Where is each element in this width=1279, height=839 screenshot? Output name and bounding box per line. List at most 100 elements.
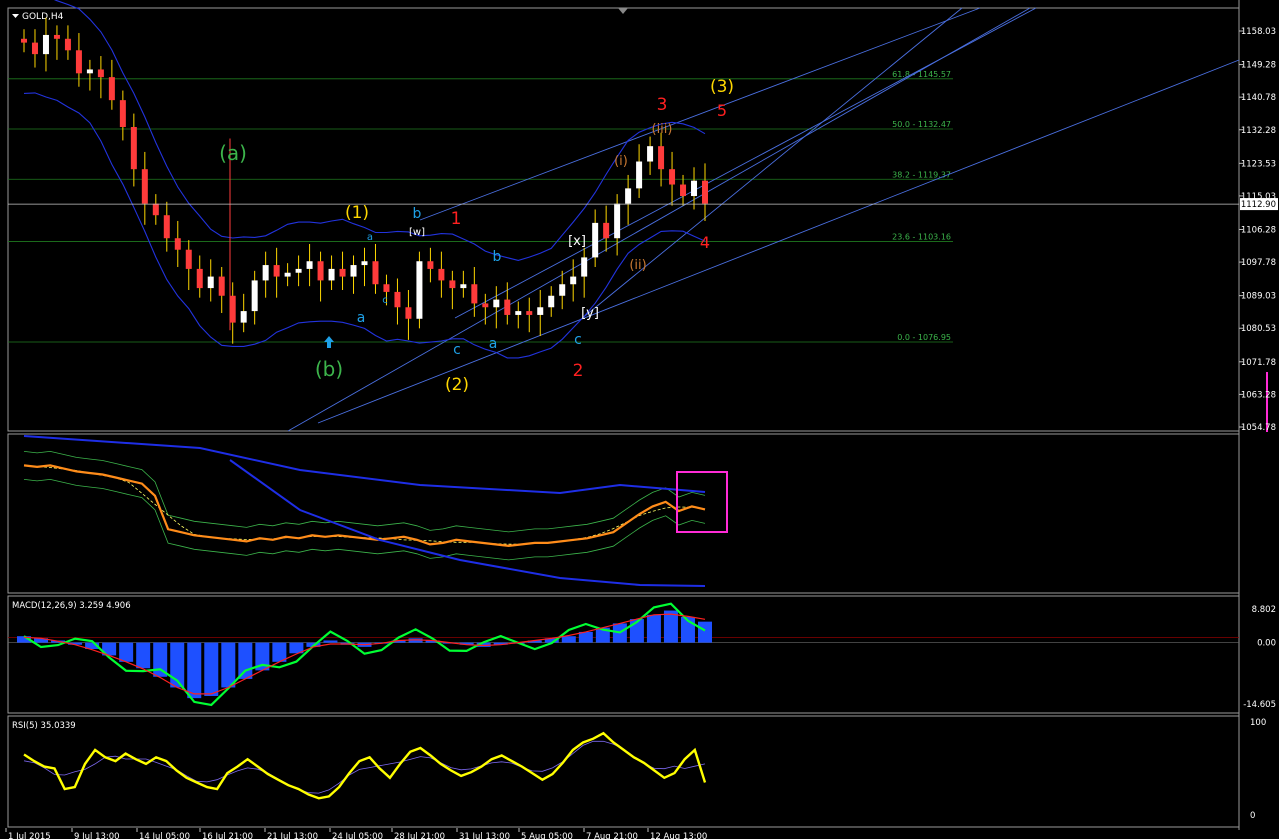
candle-body bbox=[97, 69, 104, 78]
macd-histogram-bar bbox=[136, 642, 151, 669]
candle-body bbox=[262, 265, 269, 281]
price-tick-label: 1158.03 bbox=[1241, 27, 1276, 37]
osc-long-ma bbox=[23, 435, 706, 495]
wave-label: (b) bbox=[315, 357, 343, 381]
candle-body bbox=[130, 126, 137, 170]
wave-label: a bbox=[357, 310, 366, 326]
candle-body bbox=[504, 299, 511, 315]
macd-title: MACD(12,26,9) 3.259 4.906 bbox=[12, 601, 131, 611]
candle-body bbox=[119, 100, 126, 127]
price-tick-label: 1106.28 bbox=[1241, 225, 1276, 235]
candle-body bbox=[658, 146, 665, 170]
candle-body bbox=[339, 268, 346, 277]
osc-lower-band bbox=[23, 478, 706, 561]
candle-body bbox=[570, 276, 577, 285]
candle-body bbox=[86, 69, 93, 74]
candle-body bbox=[185, 249, 192, 269]
wave-label: [w] bbox=[409, 227, 425, 238]
candle-body bbox=[372, 261, 379, 285]
candle-body bbox=[526, 311, 533, 315]
candle-body bbox=[295, 268, 302, 273]
macd-histogram-bar bbox=[646, 614, 661, 643]
wave-label: 5 bbox=[717, 101, 727, 120]
time-tick-label: 12 Aug 13:00 bbox=[650, 832, 707, 839]
rsi-pane-frame bbox=[7, 715, 1240, 828]
fib-level-label: 61.8 - 1145.57 bbox=[892, 70, 951, 79]
fib-level-label: 0.0 - 1076.95 bbox=[897, 333, 951, 342]
candle-body bbox=[108, 77, 115, 101]
candle-body bbox=[471, 284, 478, 304]
rsi-title: RSI(5) 35.0339 bbox=[12, 721, 76, 731]
candle-body bbox=[614, 203, 621, 239]
wave-label: 4 bbox=[700, 233, 710, 252]
fibonacci-levels: 61.8 - 1145.57 50.0 - 1132.47 38.2 - 1119.… bbox=[8, 70, 953, 343]
candle-body bbox=[174, 238, 181, 250]
candle-body bbox=[196, 268, 203, 289]
wave-label: 2 bbox=[573, 361, 584, 381]
chart-canvas: GOLD,H4 61.8 - 1145.57 50.0 - 1132.47 38.2… bbox=[5, 0, 1278, 839]
candle-body bbox=[75, 50, 82, 74]
time-tick-label: 5 Aug 05:00 bbox=[521, 832, 573, 839]
candle-body bbox=[284, 272, 291, 277]
candle-body bbox=[317, 261, 324, 281]
wave-labels: (a) (b) (1) (2) (3) 1 2 3 4 5 a b c a b c a c [w] [x] [y] (i)… bbox=[219, 77, 734, 395]
candle-body bbox=[405, 307, 412, 319]
macd-tick-label: 8.802 bbox=[1252, 605, 1276, 615]
rsi-tick-label: 0 bbox=[1250, 811, 1255, 821]
price-tick-label: 1054.78 bbox=[1241, 423, 1276, 433]
macd-tick-label: 0.00 bbox=[1257, 639, 1276, 649]
symbol-label: GOLD,H4 bbox=[22, 12, 64, 22]
price-tick-label: 1097.78 bbox=[1241, 258, 1276, 268]
wave-label: a bbox=[489, 336, 498, 352]
candle-body bbox=[328, 268, 335, 281]
wave-label: c bbox=[453, 342, 461, 358]
candle-body bbox=[559, 284, 566, 296]
candle-body bbox=[273, 265, 280, 277]
shift-marker-icon[interactable] bbox=[618, 8, 628, 14]
candle-body bbox=[163, 215, 170, 239]
trend-line bbox=[419, 7, 981, 221]
price-tick-label: 1089.03 bbox=[1241, 292, 1276, 302]
wave-label: (ii) bbox=[629, 258, 646, 273]
osc-slow-ma bbox=[229, 459, 706, 587]
candle-body bbox=[537, 307, 544, 315]
wave-label: (3) bbox=[710, 77, 734, 97]
oscillator-pane bbox=[23, 435, 706, 587]
candle-body bbox=[625, 188, 632, 204]
candle-body bbox=[647, 146, 654, 162]
macd-histogram-bar bbox=[204, 642, 219, 697]
candle-body bbox=[53, 34, 60, 39]
price-tick-label: 1149.28 bbox=[1241, 61, 1276, 71]
time-tick-label: 9 Jul 13:00 bbox=[74, 832, 120, 839]
candle-body bbox=[449, 280, 456, 289]
candle-body bbox=[240, 311, 247, 323]
candles bbox=[21, 17, 708, 344]
macd-histogram-bar bbox=[187, 642, 202, 699]
wave-label: b bbox=[413, 206, 422, 222]
wave-label: 3 bbox=[657, 95, 668, 115]
candle-body bbox=[460, 284, 467, 289]
wave-label: (1) bbox=[345, 203, 369, 223]
candle-body bbox=[515, 311, 522, 315]
time-tick-label: 24 Jul 05:00 bbox=[332, 832, 383, 839]
time-tick-label: 14 Jul 05:00 bbox=[139, 832, 190, 839]
price-axis: 1158.031149.281140.781132.281123.531115.… bbox=[8, 27, 1278, 433]
fib-level-label: 38.2 - 1119.37 bbox=[892, 170, 951, 179]
candle-body bbox=[394, 291, 401, 308]
macd-histogram-bar bbox=[323, 640, 338, 643]
candle-body bbox=[31, 42, 38, 55]
price-tick-label: 1080.53 bbox=[1241, 324, 1276, 334]
candle-body bbox=[306, 261, 313, 269]
candle-body bbox=[669, 169, 676, 185]
price-pane-frame bbox=[7, 7, 1240, 432]
time-tick-label: 21 Jul 13:00 bbox=[267, 832, 318, 839]
price-tick-label: 1123.53 bbox=[1241, 159, 1276, 169]
candle-body bbox=[482, 303, 489, 308]
time-tick-label: 7 Aug 21:00 bbox=[586, 832, 638, 839]
osc-upper-band bbox=[23, 450, 706, 533]
chevron-down-icon[interactable] bbox=[12, 14, 19, 18]
candle-body bbox=[350, 265, 357, 277]
candle-body bbox=[427, 261, 434, 269]
symbol-title[interactable]: GOLD,H4 bbox=[12, 12, 64, 22]
candle-body bbox=[141, 169, 148, 204]
